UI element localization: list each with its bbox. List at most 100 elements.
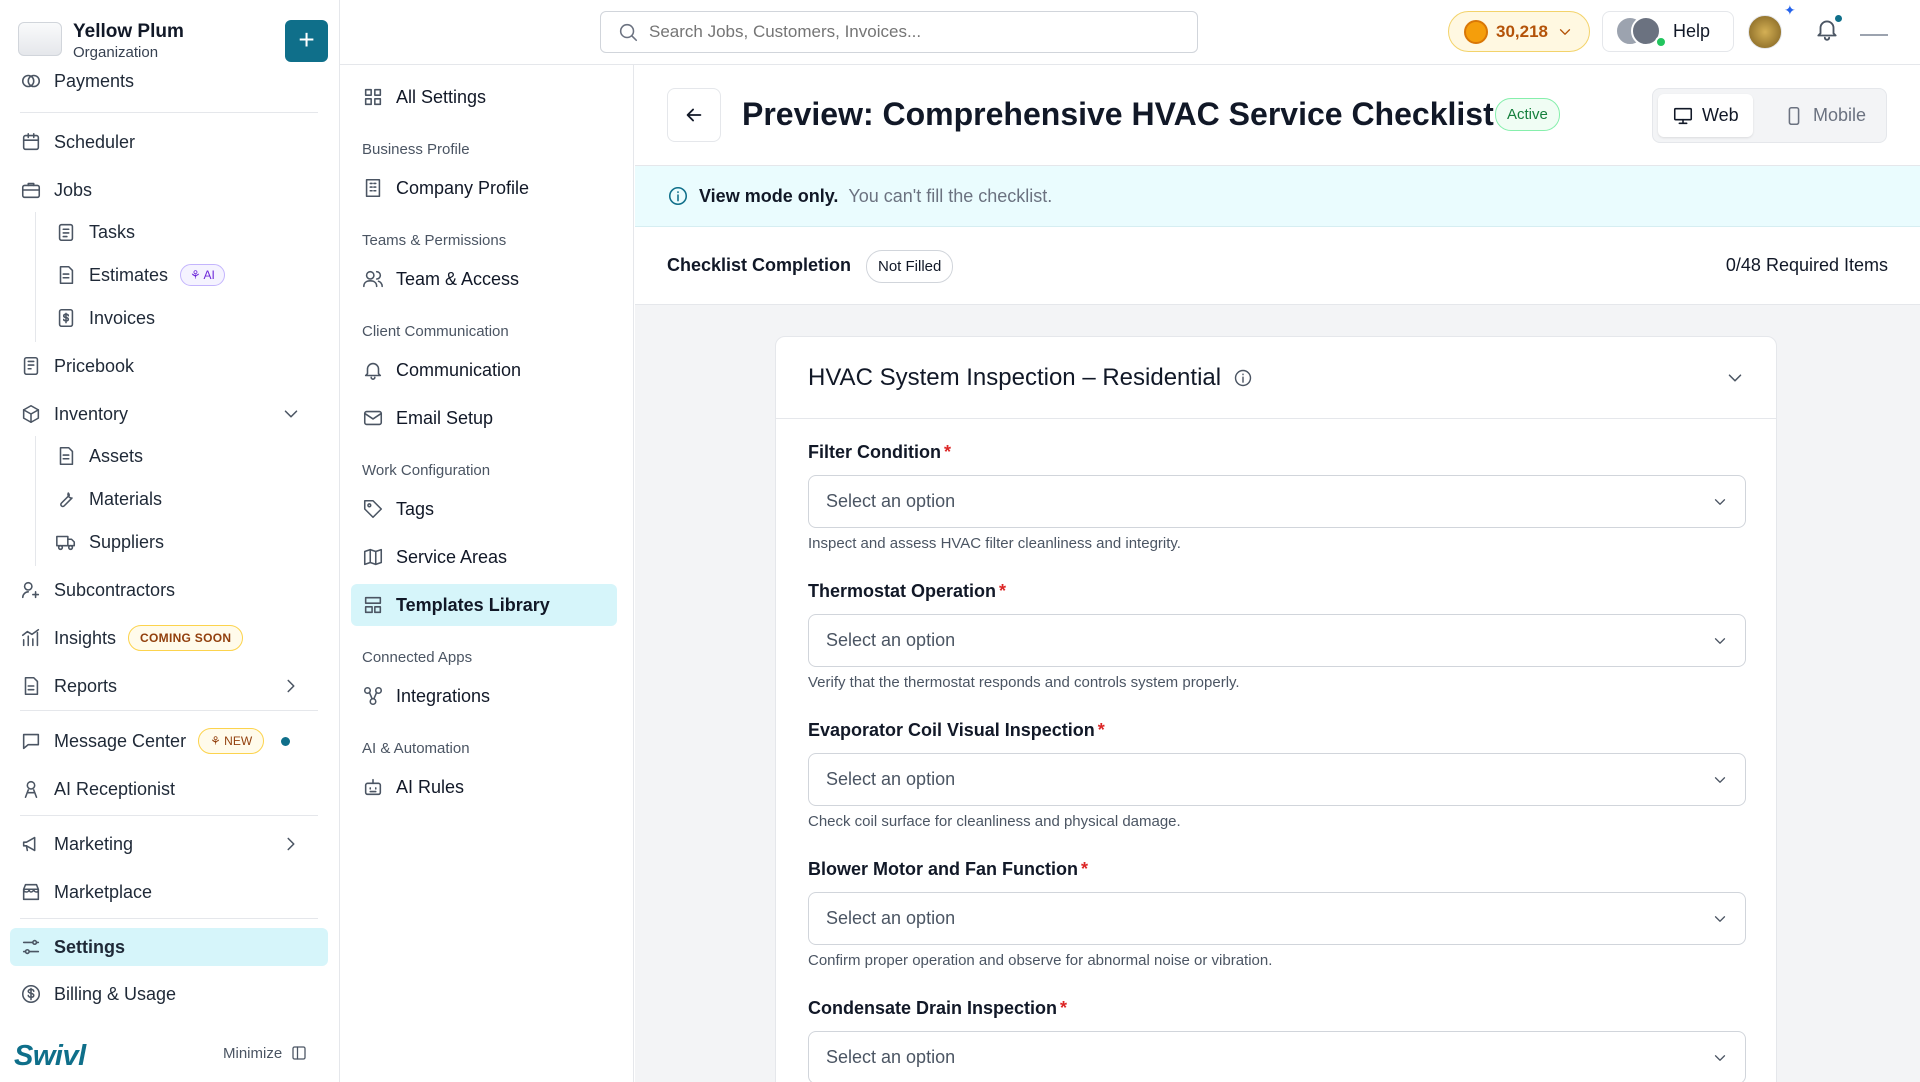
sidebar-item-payments[interactable]: Payments [20, 69, 320, 93]
group-business-profile: Business Profile [362, 141, 470, 158]
chevron-right-icon [287, 679, 295, 693]
box-icon [22, 404, 40, 424]
settings-ai-rules[interactable]: AI Rules [362, 766, 628, 808]
select-blower-motor[interactable]: Select an option [808, 892, 1746, 945]
settings-communication[interactable]: Communication [362, 349, 628, 391]
unread-dot [281, 736, 290, 746]
status-badge: Active [1495, 98, 1560, 131]
view-web-button[interactable]: Web [1658, 94, 1753, 137]
settings-integrations[interactable]: Integrations [362, 675, 628, 717]
select-evaporator-coil[interactable]: Select an option [808, 753, 1746, 806]
chevron-down-icon[interactable] [280, 403, 302, 425]
chevron-down-icon [1714, 637, 1726, 644]
view-toggle: Web Mobile [1652, 88, 1887, 143]
sidebar-item-marketing[interactable]: Marketing [20, 826, 320, 862]
coin-icon [1464, 19, 1488, 44]
sidebar-item-estimates[interactable]: Estimates ⚘ AI [55, 257, 315, 293]
robot-icon [364, 778, 382, 796]
select-condensate-drain[interactable]: Select an option [808, 1031, 1746, 1082]
main-content: Preview: Comprehensive HVAC Service Chec… [635, 65, 1920, 1082]
dollar-circle-icon [21, 984, 41, 1004]
group-client-communication: Client Communication [362, 323, 509, 340]
notification-dot [1833, 13, 1844, 24]
completion-status-badge: Not Filled [866, 250, 954, 283]
chevron-down-icon [1559, 28, 1571, 35]
global-search[interactable] [600, 11, 1198, 53]
org-logo [18, 22, 62, 56]
search-icon [619, 23, 638, 42]
field-filter-condition: Filter Condition * Select an option Inspe… [808, 442, 1746, 552]
truck-icon [56, 535, 76, 551]
search-input[interactable] [649, 22, 1169, 42]
message-icon [22, 733, 40, 750]
sidebar-item-inventory[interactable]: Inventory [20, 396, 320, 432]
field-evaporator-coil: Evaporator Coil Visual Inspection * Selec… [808, 720, 1746, 830]
field-condensate-drain: Condensate Drain Inspection * Select an o… [808, 998, 1746, 1082]
settings-service-areas[interactable]: Service Areas [362, 536, 628, 578]
chevron-right-icon [287, 837, 295, 851]
add-new-button[interactable]: + [285, 20, 328, 62]
bell-icon [364, 362, 382, 380]
clipboard-icon [58, 223, 74, 242]
settings-team-access[interactable]: Team & Access [362, 258, 628, 300]
select-filter-condition[interactable]: Select an option [808, 475, 1746, 528]
wrench-icon [60, 492, 73, 508]
required-marker: * [999, 581, 1007, 601]
info-icon[interactable] [1233, 368, 1253, 388]
brand-logo: Swivl [14, 1040, 86, 1072]
section-header[interactable]: HVAC System Inspection – Residential [776, 337, 1776, 419]
sidebar-item-pricebook[interactable]: Pricebook [20, 348, 320, 384]
sidebar-item-billing[interactable]: Billing & Usage [20, 976, 320, 1012]
integrations-icon [363, 686, 383, 706]
settings-email-setup[interactable]: Email Setup [362, 397, 628, 439]
credits-balance[interactable]: 30,218 [1448, 11, 1590, 52]
checklist-completion: Checklist Completion Not Filled 0/48 Req… [635, 227, 1920, 305]
sidebar-item-message-center[interactable]: Message Center ⚘ NEW [20, 723, 320, 759]
sidebar-item-tasks[interactable]: Tasks [55, 214, 315, 250]
arrow-left-icon [686, 108, 702, 122]
sidebar-item-ai-receptionist[interactable]: AI Receptionist [20, 771, 320, 807]
section-title: HVAC System Inspection – Residential [808, 364, 1222, 391]
select-thermostat-operation[interactable]: Select an option [808, 614, 1746, 667]
settings-company-profile[interactable]: Company Profile [362, 167, 628, 209]
back-button[interactable] [667, 88, 721, 142]
chevron-down-icon[interactable] [1724, 367, 1746, 389]
support-avatars [1615, 15, 1667, 48]
sidebar-item-settings[interactable]: Settings [10, 928, 328, 966]
sidebar-item-invoices[interactable]: Invoices [55, 300, 315, 336]
megaphone-icon [22, 836, 36, 852]
required-marker: * [1060, 998, 1068, 1018]
receptionist-icon [24, 780, 38, 799]
sidebar-item-subcontractors[interactable]: Subcontractors [20, 572, 320, 608]
sidebar-item-insights[interactable]: Insights COMING SOON [20, 620, 320, 656]
settings-all[interactable]: All Settings [362, 76, 628, 118]
sidebar-item-assets[interactable]: Assets [55, 438, 315, 474]
settings-templates-library[interactable]: Templates Library [351, 584, 617, 626]
file-icon [59, 446, 74, 466]
users-icon [363, 270, 383, 288]
top-bar: 30,218 Help ✦ [340, 0, 1920, 65]
sidebar-item-jobs[interactable]: Jobs [20, 172, 320, 208]
sidebar-item-materials[interactable]: Materials [55, 481, 315, 517]
user-avatar[interactable] [1748, 15, 1782, 49]
sidebar-item-suppliers[interactable]: Suppliers [55, 524, 315, 560]
sidebar-item-marketplace[interactable]: Marketplace [20, 874, 320, 910]
template-icon [364, 596, 382, 614]
store-icon [22, 883, 40, 901]
org-subtitle: Organization [73, 44, 159, 61]
sidebar-item-reports[interactable]: Reports [20, 668, 320, 704]
sidebar-item-scheduler[interactable]: Scheduler [20, 124, 320, 160]
payments-icon [21, 74, 41, 88]
minimize-button[interactable]: Minimize [223, 1044, 308, 1062]
settings-tags[interactable]: Tags [362, 488, 628, 530]
org-switcher[interactable]: Yellow Plum Organization [18, 18, 328, 66]
required-marker: * [943, 442, 951, 462]
new-badge: ⚘ NEW [198, 728, 265, 754]
user-cog-icon [21, 581, 40, 599]
view-mobile-button[interactable]: Mobile [1769, 94, 1880, 137]
ai-badge: ⚘ AI [180, 264, 225, 286]
map-icon [363, 548, 383, 566]
phone-icon [1788, 106, 1800, 125]
help-button[interactable]: Help [1602, 11, 1734, 52]
hat-icon[interactable] [1860, 22, 1888, 36]
